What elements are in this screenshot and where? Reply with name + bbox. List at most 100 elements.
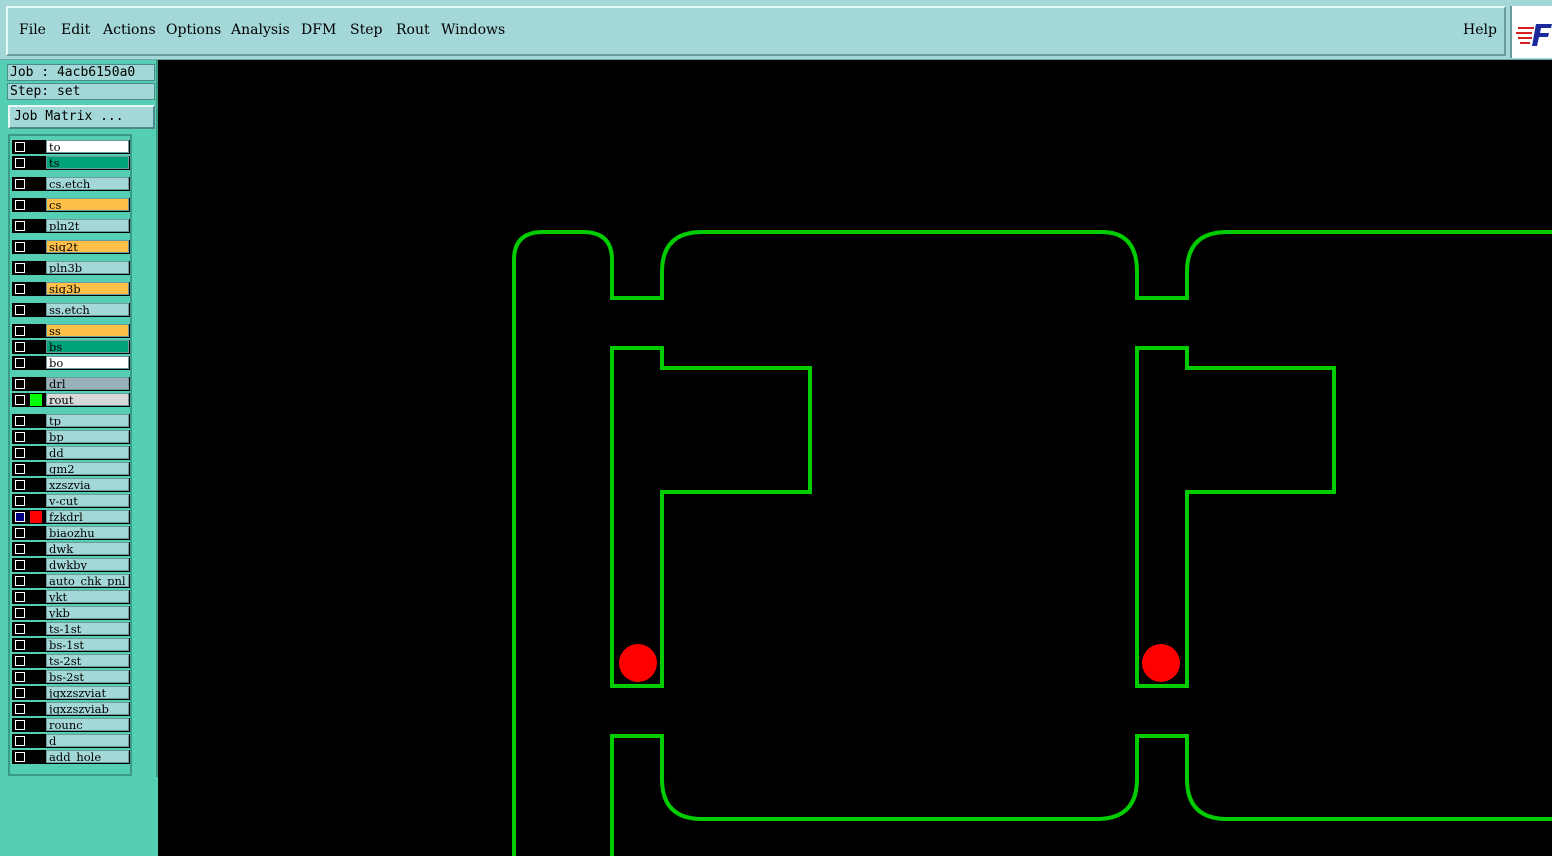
- layer-row-fzkdrl[interactable]: fzkdrl: [12, 510, 130, 524]
- layer-checkbox[interactable]: [15, 448, 25, 458]
- menu-windows[interactable]: Windows: [441, 22, 505, 38]
- layer-name[interactable]: cs.etch: [46, 177, 129, 190]
- layer-checkbox[interactable]: [15, 464, 25, 474]
- layer-name[interactable]: ss: [46, 324, 129, 337]
- layer-checkbox[interactable]: [15, 480, 25, 490]
- layer-name[interactable]: jgxzszviat: [46, 686, 129, 699]
- layer-name[interactable]: drl: [46, 377, 129, 390]
- layer-name[interactable]: dd: [46, 446, 129, 459]
- layer-name[interactable]: ykt: [46, 590, 129, 603]
- menu-rout[interactable]: Rout: [396, 22, 430, 38]
- layer-name[interactable]: fzkdrl: [46, 510, 129, 523]
- layer-name[interactable]: cs: [46, 198, 129, 211]
- layer-checkbox[interactable]: [15, 624, 25, 634]
- layer-checkbox[interactable]: [15, 704, 25, 714]
- layer-checkbox[interactable]: [15, 326, 25, 336]
- layer-checkbox[interactable]: [15, 158, 25, 168]
- layer-checkbox[interactable]: [15, 379, 25, 389]
- layer-checkbox[interactable]: [15, 592, 25, 602]
- layer-checkbox[interactable]: [15, 416, 25, 426]
- layer-name[interactable]: rout: [46, 393, 129, 406]
- menu-dfm[interactable]: DFM: [301, 22, 336, 38]
- layer-name[interactable]: sig2t: [46, 240, 129, 253]
- menu-options[interactable]: Options: [166, 22, 221, 38]
- layer-name[interactable]: bp: [46, 430, 129, 443]
- menu-edit[interactable]: Edit: [61, 22, 90, 38]
- layer-checkbox[interactable]: [15, 142, 25, 152]
- layer-row-ts-1st[interactable]: ts-1st: [12, 622, 130, 636]
- layer-name[interactable]: bs-2st: [46, 670, 129, 683]
- layer-row-sig3b[interactable]: sig3b: [12, 282, 130, 296]
- layer-name[interactable]: ts: [46, 156, 129, 169]
- layer-name[interactable]: gm2: [46, 462, 129, 475]
- layer-name[interactable]: sig3b: [46, 282, 129, 295]
- layer-row-bs-1st[interactable]: bs-1st: [12, 638, 130, 652]
- job-matrix-button[interactable]: Job Matrix ...: [8, 105, 155, 129]
- layer-checkbox[interactable]: [15, 576, 25, 586]
- layer-name[interactable]: pln3b: [46, 261, 129, 274]
- layer-checkbox[interactable]: [15, 528, 25, 538]
- layer-checkbox[interactable]: [15, 752, 25, 762]
- layer-row-jgxzszviat[interactable]: jgxzszviat: [12, 686, 130, 700]
- layer-name[interactable]: v-cut: [46, 494, 129, 507]
- layer-row-cs.etch[interactable]: cs.etch: [12, 177, 130, 191]
- layer-name[interactable]: pln2t: [46, 219, 129, 232]
- layer-row-jgxzszviab[interactable]: jgxzszviab: [12, 702, 130, 716]
- layer-checkbox[interactable]: [15, 395, 25, 405]
- layer-row-cs[interactable]: cs: [12, 198, 130, 212]
- layer-checkbox[interactable]: [15, 200, 25, 210]
- layer-checkbox[interactable]: [15, 544, 25, 554]
- layer-checkbox[interactable]: [15, 432, 25, 442]
- layer-name[interactable]: d: [46, 734, 129, 747]
- layer-row-bs[interactable]: bs: [12, 340, 130, 354]
- layer-row-dwk[interactable]: dwk: [12, 542, 130, 556]
- layer-checkbox[interactable]: [15, 560, 25, 570]
- layer-name[interactable]: add_hole: [46, 750, 129, 763]
- layer-row-bs-2st[interactable]: bs-2st: [12, 670, 130, 684]
- layer-name[interactable]: bo: [46, 356, 129, 369]
- graphics-canvas[interactable]: [158, 60, 1552, 856]
- layer-row-pln3b[interactable]: pln3b: [12, 261, 130, 275]
- layer-checkbox[interactable]: [15, 179, 25, 189]
- layer-checkbox[interactable]: [15, 688, 25, 698]
- layer-checkbox[interactable]: [15, 242, 25, 252]
- layer-row-rout[interactable]: rout: [12, 393, 130, 407]
- layer-name[interactable]: dwk: [46, 542, 129, 555]
- layer-checkbox[interactable]: [15, 640, 25, 650]
- layer-name[interactable]: ts-2st: [46, 654, 129, 667]
- layer-checkbox[interactable]: [15, 656, 25, 666]
- layer-name[interactable]: ss.etch: [46, 303, 129, 316]
- layer-checkbox[interactable]: [15, 305, 25, 315]
- menu-file[interactable]: File: [19, 22, 46, 38]
- layer-checkbox[interactable]: [15, 263, 25, 273]
- layer-name[interactable]: jgxzszviab: [46, 702, 129, 715]
- layer-name[interactable]: xzszvia: [46, 478, 129, 491]
- layer-name[interactable]: dwkby: [46, 558, 129, 571]
- layer-row-rounc[interactable]: rounc: [12, 718, 130, 732]
- layer-row-d[interactable]: d: [12, 734, 130, 748]
- menu-step[interactable]: Step: [350, 22, 382, 38]
- layer-checkbox[interactable]: [15, 342, 25, 352]
- menu-help[interactable]: Help: [1463, 22, 1497, 38]
- layer-checkbox[interactable]: [15, 496, 25, 506]
- layer-name[interactable]: ykb: [46, 606, 129, 619]
- menu-actions[interactable]: Actions: [103, 22, 156, 38]
- layer-row-add_hole[interactable]: add_hole: [12, 750, 130, 764]
- layer-row-biaozhu[interactable]: biaozhu: [12, 526, 130, 540]
- layer-row-sig2t[interactable]: sig2t: [12, 240, 130, 254]
- menu-analysis[interactable]: Analysis: [231, 22, 290, 38]
- layer-affected-indicator[interactable]: [30, 511, 42, 523]
- layer-row-bp[interactable]: bp: [12, 430, 130, 444]
- layer-row-ts[interactable]: ts: [12, 156, 130, 170]
- layer-checkbox[interactable]: [15, 720, 25, 730]
- layer-row-drl[interactable]: drl: [12, 377, 130, 391]
- layer-row-ykb[interactable]: ykb: [12, 606, 130, 620]
- layer-checkbox[interactable]: [15, 736, 25, 746]
- layer-row-auto_chk_pnl[interactable]: auto_chk_pnl: [12, 574, 130, 588]
- layer-checkbox[interactable]: [15, 672, 25, 682]
- layer-name[interactable]: bs-1st: [46, 638, 129, 651]
- layer-row-dwkby[interactable]: dwkby: [12, 558, 130, 572]
- layer-row-xzszvia[interactable]: xzszvia: [12, 478, 130, 492]
- layer-row-to[interactable]: to: [12, 140, 130, 154]
- layer-row-ss.etch[interactable]: ss.etch: [12, 303, 130, 317]
